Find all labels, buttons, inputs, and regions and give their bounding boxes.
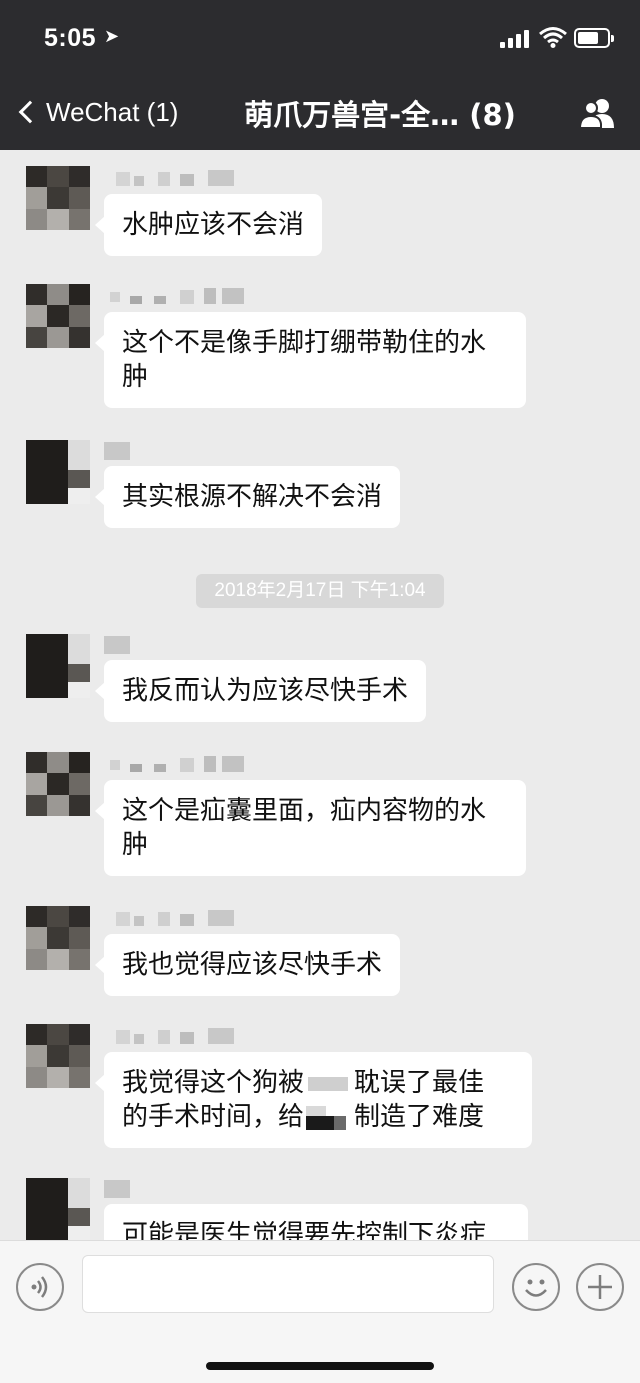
home-indicator[interactable]: [206, 1362, 434, 1370]
message-text: 我觉得这个狗被: [122, 1068, 305, 1098]
sender-name-blurred: [104, 286, 244, 306]
avatar[interactable]: [26, 1178, 90, 1240]
avatar[interactable]: [26, 634, 90, 698]
message-bubble[interactable]: 我也觉得应该尽快手术: [94, 934, 401, 996]
voice-icon: [31, 1276, 48, 1298]
back-button[interactable]: WeChat (1): [14, 90, 178, 134]
message-input[interactable]: [82, 1255, 494, 1313]
sender-name-blurred: [104, 754, 244, 774]
message-bubble[interactable]: 这个是疝囊里面，疝内容物的水 肿: [95, 780, 526, 876]
emoji-icon: [525, 1279, 547, 1297]
input-bar: [0, 1240, 640, 1330]
sender-name-blurred: [104, 1178, 144, 1198]
nav-bar: WeChat (1) 萌爪万兽宫-全… (8): [0, 78, 640, 150]
message-text: 耽误了最佳: [354, 1068, 485, 1098]
message-bubble[interactable]: 其实根源不解决不会消: [94, 466, 401, 528]
message-bubble[interactable]: 我反而认为应该尽快手术: [94, 660, 427, 722]
sender-name-blurred: [104, 634, 144, 654]
timestamp-divider: 2018年2月17日 下午1:04: [196, 574, 444, 608]
redacted-block: [304, 1105, 354, 1130]
voice-input-button[interactable]: [16, 1263, 64, 1311]
chat-area[interactable]: 水肿应该不会消 这个不是像手脚打绷带勒住的水 肿 其实根源不解决不会消 2018…: [0, 150, 640, 1240]
chevron-left-icon: [18, 100, 42, 124]
message-text: 制造了难度: [354, 1102, 485, 1132]
message-bubble[interactable]: 可能是医生觉得要先控制下炎症: [104, 1204, 528, 1240]
avatar[interactable]: [26, 166, 90, 230]
back-label: WeChat (1): [46, 96, 179, 127]
chat-title: 萌爪万兽宫-全… (8): [244, 98, 516, 132]
sender-name-blurred: [104, 1026, 244, 1046]
sender-name-blurred: [104, 440, 144, 460]
emoji-button[interactable]: [512, 1263, 560, 1311]
message-text: 的手术时间，给: [122, 1102, 305, 1132]
message-bubble[interactable]: 水肿应该不会消: [94, 194, 323, 256]
avatar[interactable]: [26, 752, 90, 816]
status-time: 5:05: [44, 24, 97, 52]
more-button[interactable]: [576, 1263, 624, 1311]
avatar[interactable]: [26, 284, 90, 348]
redacted-block: [304, 1072, 354, 1096]
avatar[interactable]: [26, 1024, 90, 1088]
cellular-signal-icon: [500, 30, 534, 48]
plus-icon: [588, 1275, 612, 1299]
status-bar: 5:05 ➤: [0, 0, 640, 78]
sender-name-blurred: [104, 168, 244, 188]
battery-icon: [574, 28, 614, 48]
header: 5:05 ➤ WeChat (1) 萌爪万兽宫-全… (8): [0, 0, 640, 150]
wifi-icon: [539, 27, 567, 48]
avatar[interactable]: [26, 906, 90, 970]
group-members-icon[interactable]: [578, 96, 618, 130]
message-bubble[interactable]: 这个不是像手脚打绷带勒住的水 肿: [95, 312, 526, 408]
avatar[interactable]: [26, 440, 90, 504]
location-icon: ➤: [104, 26, 120, 47]
message-bubble[interactable]: 我觉得这个狗被 耽误了最佳 的手术时间，给 制造了难度: [95, 1052, 532, 1148]
home-indicator-area: [0, 1330, 640, 1383]
sender-name-blurred: [104, 908, 244, 928]
